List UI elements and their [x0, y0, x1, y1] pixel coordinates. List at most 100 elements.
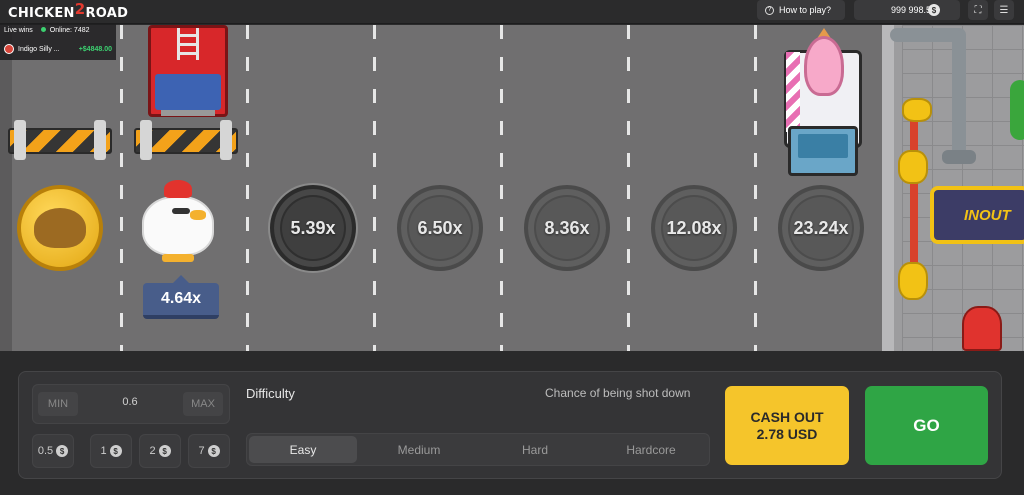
sidewalk-edge [882, 25, 894, 351]
chicken-roast-icon [34, 208, 86, 248]
live-win-entry: Indigo Silly ... +$4848.00 [4, 44, 112, 54]
manhole-lane-5[interactable]: 23.24x [778, 185, 864, 271]
how-to-play-button[interactable]: ? How to play? [757, 0, 845, 20]
barrier-post [94, 120, 106, 160]
manhole-lane-4[interactable]: 12.08x [651, 185, 737, 271]
cash-out-button[interactable]: CASH OUT 2.78 USD [725, 386, 849, 465]
menu-button[interactable]: ☰ [994, 0, 1014, 20]
quick-bet-button[interactable]: 2 $ [139, 434, 181, 468]
fire-hydrant [962, 306, 1002, 351]
chicken-comb [164, 180, 192, 198]
difficulty-hard[interactable]: Hard [481, 436, 589, 463]
quick-bet-button[interactable]: 0.5 $ [32, 434, 74, 468]
go-label: GO [913, 415, 940, 435]
difficulty-option-label: Hard [521, 442, 548, 457]
go-button[interactable]: GO [865, 386, 988, 465]
barrier-rope [910, 108, 918, 268]
lane-line [754, 25, 757, 351]
multiplier-label: 8.36x [544, 217, 590, 238]
balance-display: 999 998.59 $ [854, 0, 960, 20]
fullscreen-button[interactable]: ⛶ [968, 0, 988, 20]
chicken-eye [172, 208, 190, 214]
difficulty-option-label: Hardcore [626, 442, 676, 457]
difficulty-easy[interactable]: Easy [249, 436, 357, 463]
live-wins-title: Live wins [4, 27, 33, 34]
hamburger-menu-icon: ☰ [999, 4, 1009, 16]
current-multiplier-badge: 4.64x [143, 275, 219, 319]
chicken-feet [162, 254, 194, 262]
start-coin-icon [17, 185, 103, 271]
question-icon: ? [765, 5, 774, 15]
truck-windshield [798, 134, 848, 158]
multiplier-label: 12.08x [666, 217, 722, 238]
max-label: MAX [191, 398, 215, 410]
street-lamp-pole [952, 30, 966, 160]
difficulty-medium[interactable]: Medium [365, 436, 473, 463]
manhole-lane-1[interactable]: 5.39x [270, 185, 356, 271]
dollar-coin-icon: $ [207, 445, 220, 457]
lane-line [120, 25, 123, 351]
game-stage: INOUT 4.64x 5.39x 6.50x 8.36x 12.08x 23.… [0, 0, 1024, 495]
difficulty-hardcore[interactable]: Hardcore [597, 436, 705, 463]
street-lamp-base [942, 150, 976, 164]
barrier-post [140, 120, 152, 160]
bet-amount-input[interactable]: 0.6 [100, 396, 160, 408]
current-multiplier: 4.64x [160, 290, 202, 307]
bush [1010, 80, 1024, 140]
cash-out-label: CASH OUT [750, 408, 824, 425]
road-curb [0, 25, 12, 351]
lane-line [246, 25, 249, 351]
quick-bet-button[interactable]: 7 $ [188, 434, 230, 468]
manhole-lane-3[interactable]: 8.36x [524, 185, 610, 271]
online-dot-icon [40, 27, 46, 32]
difficulty-option-label: Medium [397, 442, 441, 457]
quick-bet-value: 7 [198, 445, 205, 457]
live-wins-panel: Live wins Online: 7482 Indigo Silly ... … [0, 24, 116, 60]
road-barrier [8, 120, 112, 160]
fullscreen-icon: ⛶ [974, 4, 982, 16]
quick-bet-button[interactable]: 1 $ [90, 434, 132, 468]
dollar-coin-icon: $ [928, 4, 940, 16]
bollard [898, 150, 928, 184]
chance-label: Chance of being shot down [545, 386, 691, 400]
manhole-lane-2[interactable]: 6.50x [397, 185, 483, 271]
logo-text: ROAD [85, 6, 129, 21]
sign-text: INOUT [964, 206, 1011, 224]
ice-cream-scoop-icon [804, 36, 844, 96]
ice-cream-truck [784, 28, 862, 178]
lane-line [627, 25, 630, 351]
barrier-post [220, 120, 232, 160]
bollard-top [902, 98, 932, 122]
game-logo: CHICKEN2ROAD [8, 0, 129, 21]
avatar [4, 44, 14, 54]
difficulty-label: Difficulty [246, 386, 295, 401]
truck-ladder [177, 28, 199, 60]
dollar-coin-icon: $ [56, 445, 69, 457]
dollar-coin-icon: $ [109, 445, 122, 457]
multiplier-label: 6.50x [417, 217, 463, 238]
max-bet-button[interactable]: MAX [183, 392, 223, 416]
fire-truck [148, 25, 228, 117]
dollar-coin-icon: $ [158, 445, 171, 457]
road-barrier [134, 120, 238, 160]
barrier-post [14, 120, 26, 160]
online-count: Online: 7482 [40, 27, 90, 34]
min-label: MIN [47, 398, 69, 410]
win-username: Indigo Silly ... [18, 45, 60, 53]
lane-line [500, 25, 503, 351]
chicken-beak [190, 210, 206, 220]
min-bet-button[interactable]: MIN [38, 392, 78, 416]
inout-sign: INOUT [930, 186, 1024, 244]
quick-bet-value: 2 [149, 445, 156, 457]
truck-cab [155, 74, 221, 110]
difficulty-option-label: Easy [289, 442, 317, 457]
bet-value: 0.6 [122, 396, 138, 408]
online-label: Online: 7482 [49, 27, 90, 34]
truck-grill [161, 110, 215, 116]
live-wins-header: Live wins Online: 7482 [4, 27, 90, 34]
multiplier-label: 5.39x [290, 217, 336, 238]
cash-out-amount: 2.78 USD [756, 425, 818, 442]
how-to-play-label: How to play? [779, 5, 832, 15]
truck-stripe [786, 52, 800, 132]
quick-bet-value: 0.5 [37, 445, 54, 457]
